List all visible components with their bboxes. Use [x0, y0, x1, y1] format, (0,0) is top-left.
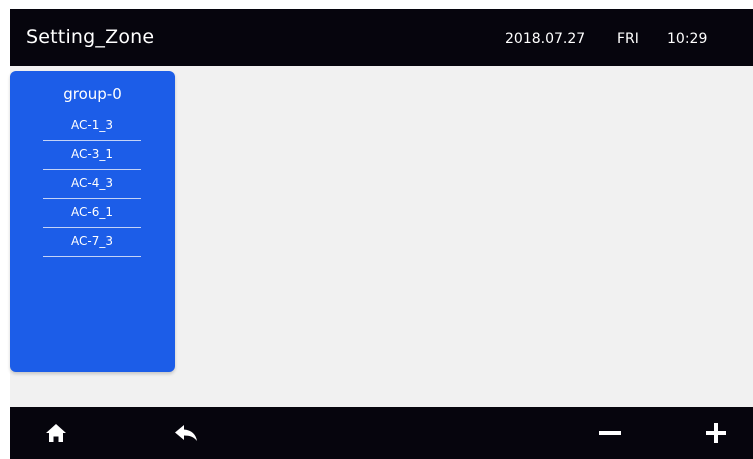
minus-button[interactable]: [584, 407, 636, 459]
home-icon: [46, 424, 66, 442]
content-area: group-0 AC-1_3 AC-3_1 AC-4_3 AC-6_1 AC-7…: [10, 66, 753, 407]
ac-unit-item[interactable]: AC-7_3: [43, 228, 141, 257]
ac-unit-item[interactable]: AC-4_3: [43, 170, 141, 199]
group-name: group-0: [63, 85, 122, 103]
back-icon: [175, 425, 197, 441]
plus-button[interactable]: [690, 407, 742, 459]
home-button[interactable]: [30, 407, 82, 459]
page-title: Setting_Zone: [26, 26, 155, 48]
screen: Setting_Zone 2018.07.27 FRI 10:29 group-…: [0, 0, 753, 459]
minus-icon: [599, 431, 621, 435]
ac-unit-list: AC-1_3 AC-3_1 AC-4_3 AC-6_1 AC-7_3: [43, 112, 141, 257]
ac-unit-item[interactable]: AC-6_1: [43, 199, 141, 228]
header-bar: Setting_Zone 2018.07.27 FRI 10:29: [10, 9, 753, 66]
footer-bar: [10, 407, 753, 459]
ac-unit-item[interactable]: AC-3_1: [43, 141, 141, 170]
ac-unit-item[interactable]: AC-1_3: [43, 112, 141, 141]
plus-icon: [706, 423, 726, 443]
back-button[interactable]: [160, 407, 212, 459]
date-display: 2018.07.27: [505, 31, 586, 47]
time-display: 10:29: [667, 31, 708, 47]
weekday-display: FRI: [617, 31, 639, 47]
group-card[interactable]: group-0 AC-1_3 AC-3_1 AC-4_3 AC-6_1 AC-7…: [10, 71, 175, 372]
